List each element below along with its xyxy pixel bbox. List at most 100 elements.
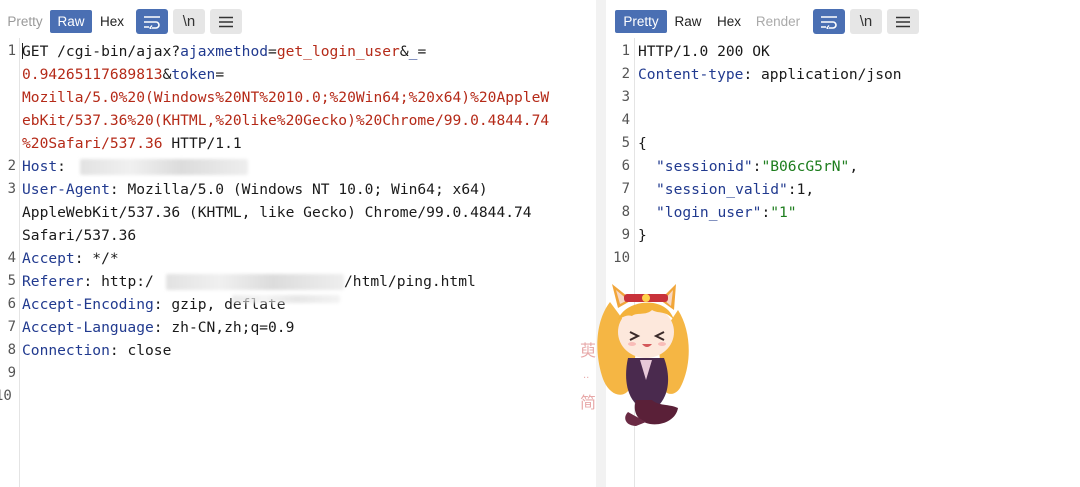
tab-pretty[interactable]: Pretty: [615, 10, 667, 33]
header-referer: Referer: http:/: [22, 270, 154, 293]
tab-render: Render: [755, 14, 801, 29]
line-number: 5: [7, 273, 16, 289]
json-login-user: "login_user":"1": [656, 201, 797, 224]
response-toolbar: Pretty Raw Hex Render \n: [606, 9, 1080, 35]
tab-raw[interactable]: Raw: [667, 10, 709, 33]
json-string: "1": [770, 204, 797, 221]
header-accept-language: Accept-Language: zh-CN,zh;q=0.9: [22, 316, 294, 339]
param-value: get_login_user: [276, 43, 400, 60]
token-value-end: %20Safari/537.36: [22, 135, 163, 152]
newline-icon: \n: [182, 13, 196, 30]
request-method-path: GET /cgi-bin/ajax?: [22, 43, 181, 60]
menu-button[interactable]: [887, 9, 919, 34]
json-brace-close: }: [638, 227, 647, 244]
header-value-wrap: AppleWebKit/537.36 (KHTML, like Gecko) C…: [22, 204, 532, 221]
newline-icon: \n: [859, 13, 873, 30]
line-number: 3: [7, 181, 16, 197]
line-number: 10: [613, 250, 630, 266]
line-number: 2: [621, 66, 630, 82]
json-sessionid: "sessionid":"B06cG5rN",: [656, 155, 858, 178]
line-number: 10: [0, 388, 12, 404]
line-number: 8: [621, 204, 630, 220]
json-key: "login_user": [656, 204, 762, 221]
redacted-referer-host: [166, 274, 344, 290]
header-key: User-Agent: [22, 181, 110, 198]
redacted-host: [80, 159, 248, 175]
show-newlines-button[interactable]: \n: [173, 9, 205, 34]
header-accept: Accept: */*: [22, 247, 119, 270]
json-comma: ,: [849, 158, 859, 175]
header-user-agent: User-Agent: Mozilla/5.0 (Windows NT 10.0…: [22, 178, 488, 201]
tab-raw[interactable]: Raw: [50, 10, 92, 33]
header-value: : application/json: [743, 66, 902, 83]
json-number: :1,: [787, 181, 815, 198]
wrap-lines-button[interactable]: [813, 9, 845, 34]
header-sep: :: [57, 158, 75, 175]
header-value-wrap: Safari/537.36: [22, 227, 137, 244]
line-number: 2: [7, 158, 16, 174]
menu-icon: [218, 16, 234, 28]
header-content-type: Content-type: application/json: [638, 63, 902, 86]
status-line: HTTP/1.0 200 OK: [638, 43, 770, 60]
wrap-icon: [820, 15, 838, 29]
param-eq: =: [417, 43, 427, 60]
json-brace-open: {: [638, 135, 647, 152]
http-version: HTTP/1.1: [162, 135, 242, 152]
param-value: 0.94265117689813: [22, 66, 163, 83]
line-number: 6: [621, 158, 630, 174]
svg-text:简: 简: [580, 393, 596, 412]
svg-text:..: ..: [583, 370, 589, 381]
anime-sticker-watermark: 萸 .. 简: [566, 280, 706, 430]
line-number: 3: [621, 89, 630, 105]
show-newlines-button[interactable]: \n: [850, 9, 882, 34]
tab-pretty[interactable]: Pretty: [0, 10, 50, 33]
json-string: "B06cG5rN": [761, 158, 850, 175]
line-number: 9: [621, 227, 630, 243]
header-key: Accept-Encoding: [22, 296, 154, 313]
header-connection: Connection: close: [22, 339, 171, 362]
tab-hex[interactable]: Hex: [92, 10, 132, 33]
line-number: 8: [7, 342, 16, 358]
request-toolbar: Pretty Raw Hex \n: [0, 9, 596, 35]
header-key: Host: [22, 158, 58, 175]
param-eq: =: [215, 66, 225, 83]
redaction-smear: [232, 295, 340, 303]
line-number: 9: [7, 365, 16, 381]
json-key: "session_valid": [656, 181, 788, 198]
header-value: : Mozilla/5.0 (Windows NT 10.0; Win64; x…: [109, 181, 488, 198]
header-value: : http:/: [83, 273, 154, 290]
param-key: ajaxmethod: [180, 43, 269, 60]
param-key: token: [171, 66, 216, 83]
param-amp: &: [399, 43, 409, 60]
line-number: 5: [621, 135, 630, 151]
menu-icon: [895, 16, 911, 28]
token-value-wrap: ebKit/537.36%20(KHTML,%20like%20Gecko)%2…: [22, 112, 550, 129]
json-colon: :: [761, 204, 771, 221]
token-value-wrap: Mozilla/5.0%20(Windows%20NT%2010.0;%20Wi…: [22, 89, 550, 106]
request-editor[interactable]: 1 2 3 4 5 6 7 8 9 10 GET /cgi-bin/ajax?a…: [0, 38, 596, 487]
anime-girl-image: 萸 .. 简: [580, 284, 689, 426]
svg-text:萸: 萸: [580, 341, 596, 360]
gutter-divider: [19, 38, 20, 487]
line-number: 6: [7, 296, 16, 312]
param-eq: =: [268, 43, 277, 60]
line-number: 4: [621, 112, 630, 128]
line-number: 7: [621, 181, 630, 197]
header-value: /html/ping.html: [344, 273, 476, 290]
request-pane: Pretty Raw Hex \n 1 2 3 4 5 6 7 8 9 10 G…: [0, 0, 596, 487]
header-value: : zh-CN,zh;q=0.9: [153, 319, 295, 336]
header-key: Accept-Language: [22, 319, 154, 336]
tab-hex[interactable]: Hex: [709, 10, 749, 33]
wrap-icon: [143, 15, 161, 29]
header-key: Accept: [22, 250, 75, 267]
menu-button[interactable]: [210, 9, 242, 34]
header-key: Connection: [22, 342, 110, 359]
header-value: : close: [109, 342, 172, 359]
json-session-valid: "session_valid":1,: [656, 178, 814, 201]
request-line-wrap: %20Safari/537.36 HTTP/1.1: [22, 132, 242, 155]
wrap-lines-button[interactable]: [136, 9, 168, 34]
header-key: Content-type: [638, 66, 744, 83]
line-number: 1: [7, 43, 16, 59]
request-line-wrap: 0.94265117689813&token=: [22, 63, 224, 86]
line-number: 1: [621, 43, 630, 59]
